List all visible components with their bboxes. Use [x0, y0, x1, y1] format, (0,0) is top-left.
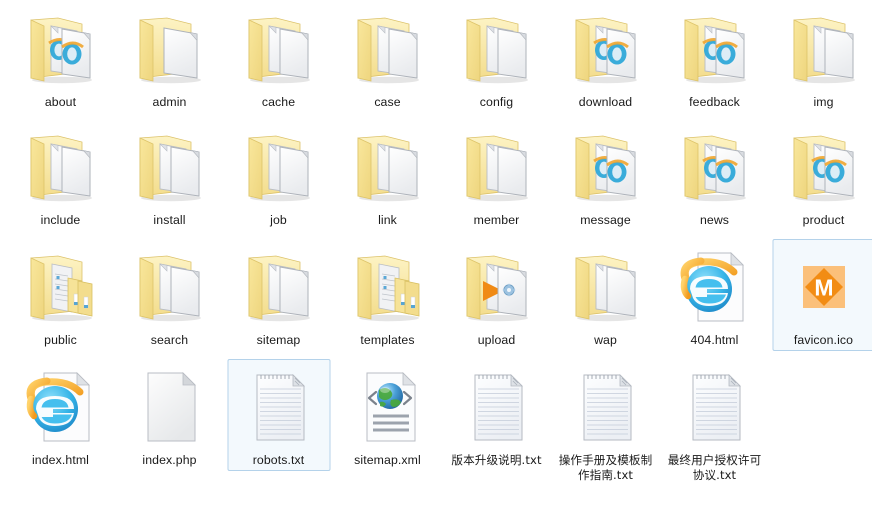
item-label: upload [477, 333, 516, 347]
folder-item[interactable]: upload [442, 238, 551, 358]
folder-item[interactable]: news [660, 118, 769, 238]
folder-item[interactable]: install [115, 118, 224, 238]
folder-item[interactable]: search [115, 238, 224, 358]
file-xml-icon [349, 368, 427, 446]
folder-docs-icon [458, 128, 536, 206]
folder-docs-icon [567, 248, 645, 326]
item-label: feedback [689, 95, 740, 109]
file-text-icon [240, 368, 318, 446]
item-label: config [479, 95, 514, 109]
folder-html-docs-icon [567, 10, 645, 88]
folder-docs-icon [240, 248, 318, 326]
item-label: about [44, 95, 77, 109]
folder-docs-icon [131, 128, 209, 206]
folder-item[interactable]: templates [333, 238, 442, 358]
file-ie-html-icon [676, 248, 754, 326]
folder-item[interactable]: config [442, 0, 551, 118]
folder-item[interactable]: feedback [660, 0, 769, 118]
folder-html-docs-icon [567, 128, 645, 206]
item-label: wap [594, 333, 617, 347]
folder-docs-icon [240, 10, 318, 88]
item-label: job [270, 213, 287, 227]
folder-item[interactable]: wap [551, 238, 660, 358]
item-label: public [44, 333, 77, 347]
folder-item[interactable]: product [769, 118, 872, 238]
file-item[interactable]: robots.txt [224, 358, 333, 503]
file-item[interactable]: 最终用户授权许可协议.txt [660, 358, 769, 503]
item-label: search [150, 333, 189, 347]
folder-docs-icon [349, 10, 427, 88]
folder-item[interactable]: job [224, 118, 333, 238]
folder-media-icon [458, 248, 536, 326]
svg-text:M: M [814, 275, 833, 301]
file-item[interactable]: 404.html [660, 238, 769, 358]
file-text-icon [676, 368, 754, 446]
folder-item[interactable]: download [551, 0, 660, 118]
item-label: cache [261, 95, 296, 109]
folder-html-docs-icon [676, 10, 754, 88]
folder-item[interactable]: message [551, 118, 660, 238]
folder-subfolders-icon [22, 248, 100, 326]
item-label: case [374, 95, 401, 109]
folder-item[interactable]: link [333, 118, 442, 238]
file-text-icon [458, 368, 536, 446]
folder-docs-icon [22, 128, 100, 206]
item-label: member [473, 213, 520, 227]
item-label: 操作手册及模板制作指南.txt [558, 453, 653, 482]
folder-html-docs-icon [22, 10, 100, 88]
folder-item[interactable]: sitemap [224, 238, 333, 358]
file-blank-icon [131, 368, 209, 446]
file-item[interactable]: index.php [115, 358, 224, 503]
folder-item[interactable]: admin [115, 0, 224, 118]
folder-item[interactable]: case [333, 0, 442, 118]
item-label: index.html [31, 453, 90, 467]
item-label: install [153, 213, 186, 227]
item-label: img [813, 95, 834, 109]
folder-docs-icon [785, 10, 863, 88]
item-label: download [578, 95, 633, 109]
folder-subfolders-icon [349, 248, 427, 326]
folder-one-doc-icon [131, 10, 209, 88]
file-item[interactable]: sitemap.xml [333, 358, 442, 503]
item-label: link [378, 213, 397, 227]
item-label: include [40, 213, 81, 227]
folder-html-docs-icon [676, 128, 754, 206]
item-label: sitemap [256, 333, 301, 347]
folder-item[interactable]: public [6, 238, 115, 358]
folder-docs-icon [240, 128, 318, 206]
item-label: admin [152, 95, 187, 109]
file-ie-html-icon [22, 368, 100, 446]
item-label: 404.html [690, 333, 739, 347]
folder-item[interactable]: about [6, 0, 115, 118]
item-label: 版本升级说明.txt [451, 453, 542, 467]
folder-docs-icon [458, 10, 536, 88]
item-label: favicon.ico [793, 333, 854, 347]
folder-docs-icon [131, 248, 209, 326]
item-label: robots.txt [252, 453, 305, 467]
file-ico-m-icon: M [785, 248, 863, 326]
folder-item[interactable]: cache [224, 0, 333, 118]
file-text-icon [567, 368, 645, 446]
file-item[interactable]: M favicon.ico [769, 238, 872, 358]
folder-item[interactable]: img [769, 0, 872, 118]
file-item[interactable]: 版本升级说明.txt [442, 358, 551, 503]
folder-docs-icon [349, 128, 427, 206]
file-icon-grid[interactable]: about admin cache case config download f… [0, 0, 872, 509]
item-label: message [580, 213, 631, 227]
item-label: 最终用户授权许可协议.txt [667, 453, 762, 482]
folder-item[interactable]: member [442, 118, 551, 238]
item-label: news [699, 213, 730, 227]
item-label: templates [360, 333, 415, 347]
item-label: sitemap.xml [354, 453, 421, 467]
item-label: product [802, 213, 845, 227]
folder-item[interactable]: include [6, 118, 115, 238]
item-label: index.php [142, 453, 197, 467]
file-item[interactable]: 操作手册及模板制作指南.txt [551, 358, 660, 503]
folder-html-docs-icon [785, 128, 863, 206]
file-item[interactable]: index.html [6, 358, 115, 503]
